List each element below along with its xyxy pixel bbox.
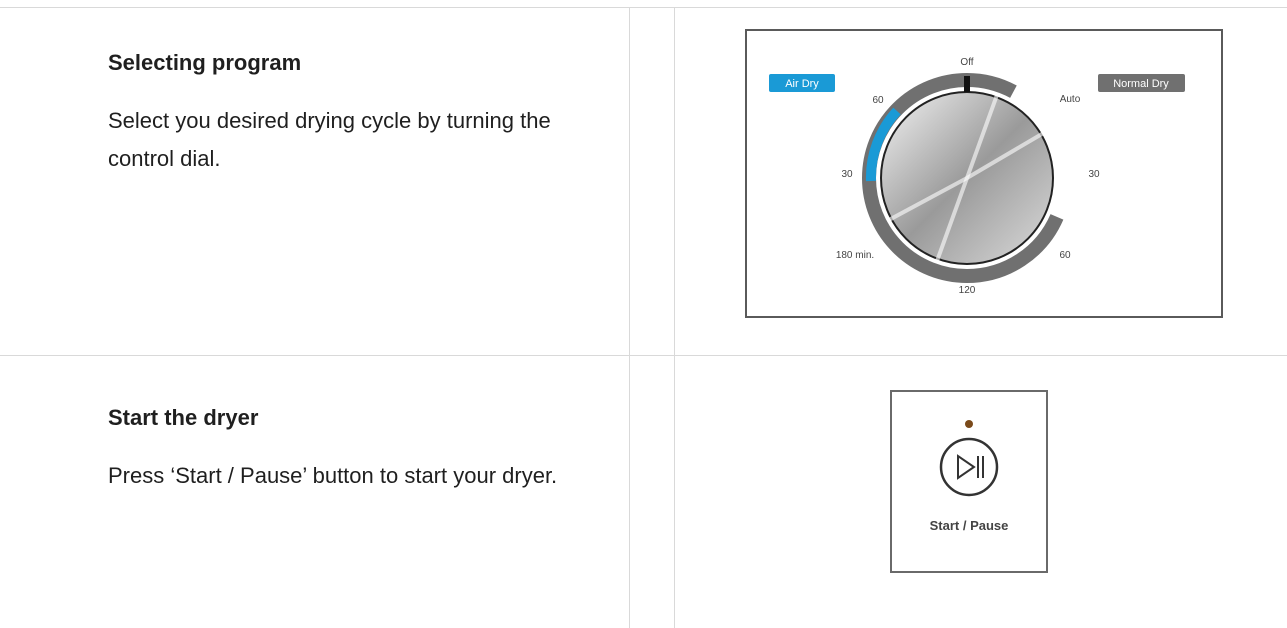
air-dry-label: Air Dry: [785, 78, 819, 90]
dial-left-60-label: 60: [872, 95, 884, 106]
column-divider: [629, 8, 630, 628]
dial-right-60-label: 60: [1059, 250, 1071, 261]
column-divider: [674, 8, 675, 628]
dial-180-label: 180 min.: [836, 250, 874, 261]
control-dial-image: Air Dry Normal Dry Off Auto 60 30 30 180…: [745, 29, 1223, 318]
row-description: Press ‘Start / Pause’ button to start yo…: [108, 463, 558, 488]
dial-off-label: Off: [960, 57, 973, 68]
start-pause-image: Start / Pause: [890, 390, 1048, 573]
play-pause-icon: [957, 454, 984, 480]
normal-dry-label: Normal Dry: [1113, 78, 1169, 90]
dial-indicator: [964, 76, 970, 92]
row-selecting-program: Selecting program Select you desired dry…: [108, 50, 608, 178]
row-start-dryer: Start the dryer Press ‘Start / Pause’ bu…: [108, 405, 608, 495]
dial-left-30-label: 30: [841, 169, 853, 180]
dial-auto-label: Auto: [1060, 94, 1081, 105]
row-description: Select you desired drying cycle by turni…: [108, 108, 551, 171]
dial-120-label: 120: [959, 285, 976, 296]
start-pause-button[interactable]: [939, 437, 999, 497]
control-dial-illustration: Air Dry Normal Dry Off Auto 60 30 30 180…: [769, 57, 1185, 296]
dial-right-30-label: 30: [1088, 169, 1100, 180]
row-title: Selecting program: [108, 50, 302, 75]
start-pause-illustration: Start / Pause: [930, 420, 1009, 533]
row-divider: [0, 355, 1287, 356]
start-pause-label: Start / Pause: [930, 518, 1009, 533]
status-led: [965, 420, 973, 428]
row-title: Start the dryer: [108, 405, 259, 430]
